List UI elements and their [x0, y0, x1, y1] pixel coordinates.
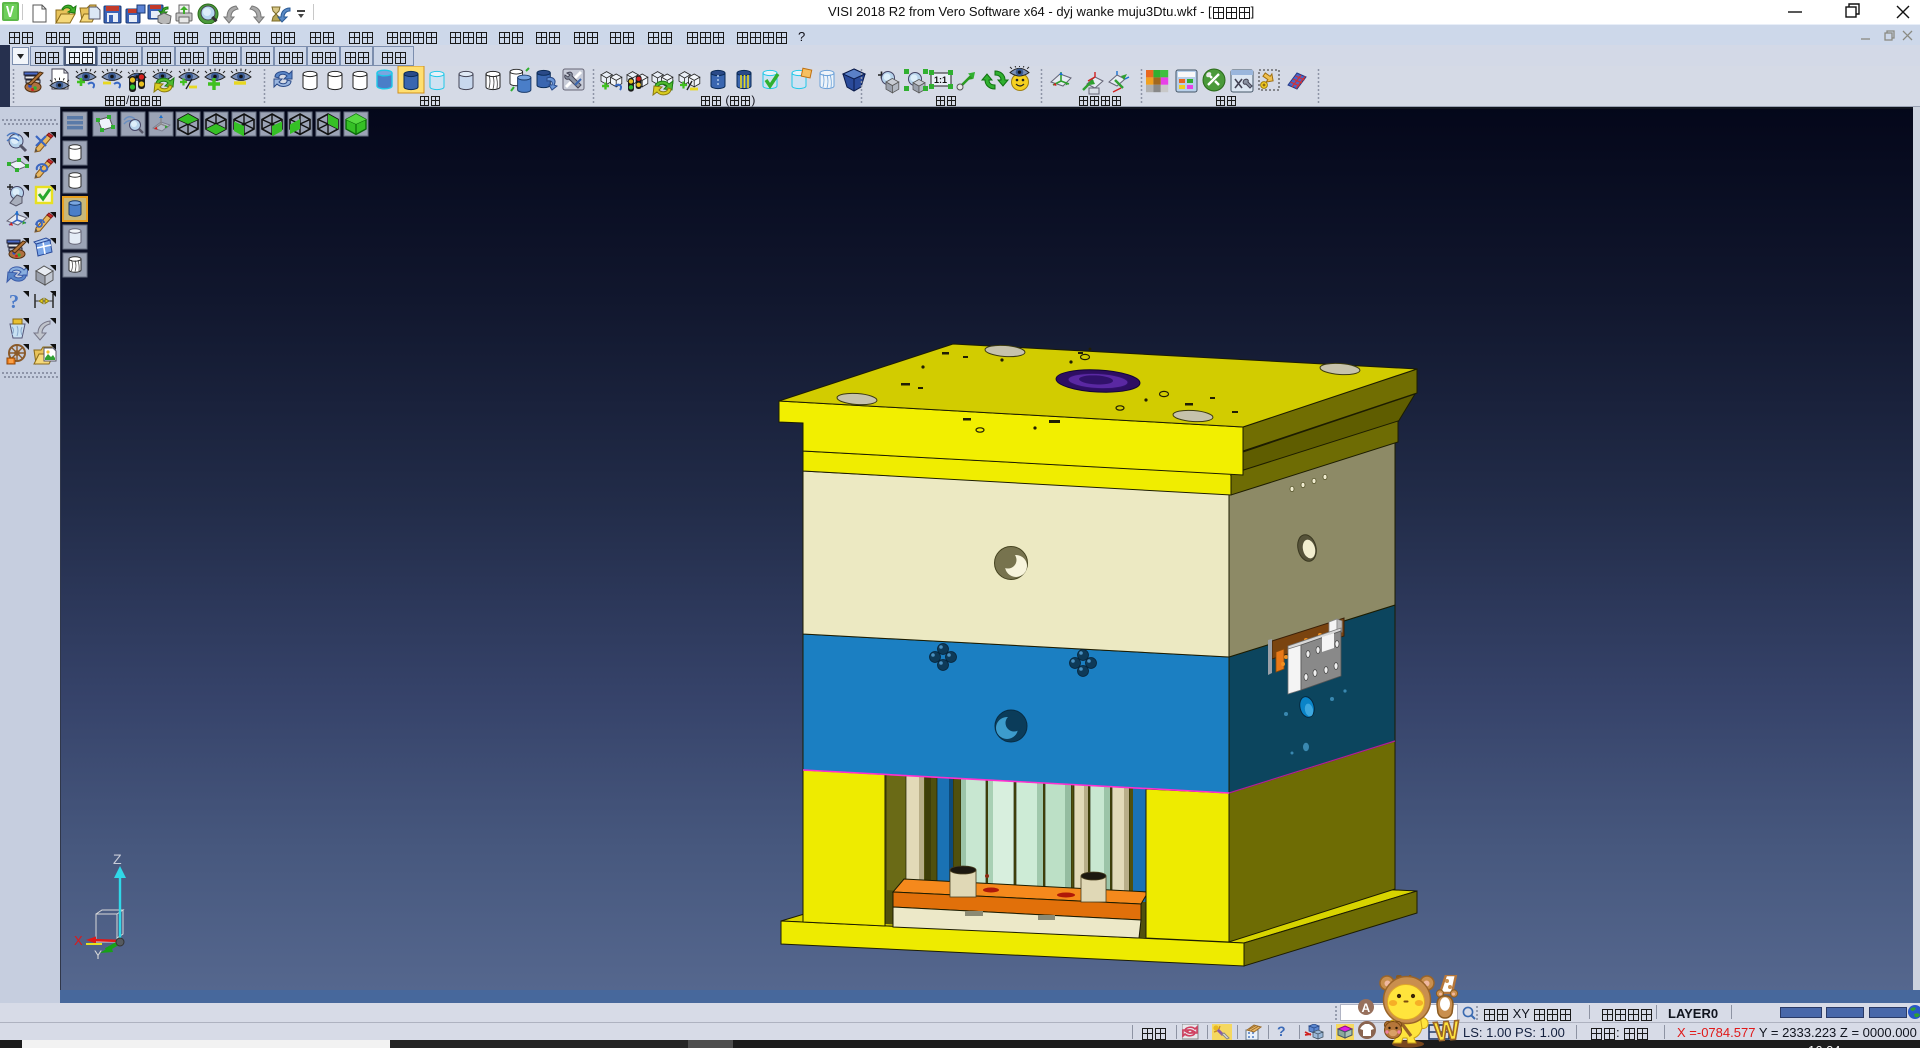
svg-text:A: A [1362, 1001, 1371, 1015]
svg-text:Y: Y [94, 948, 102, 962]
svg-text:?: ? [9, 291, 19, 313]
svg-text:W: W [1433, 1015, 1462, 1047]
svg-text:1:1: 1:1 [934, 75, 947, 85]
svg-text:Z: Z [113, 851, 122, 867]
svg-text:X: X [74, 933, 83, 948]
